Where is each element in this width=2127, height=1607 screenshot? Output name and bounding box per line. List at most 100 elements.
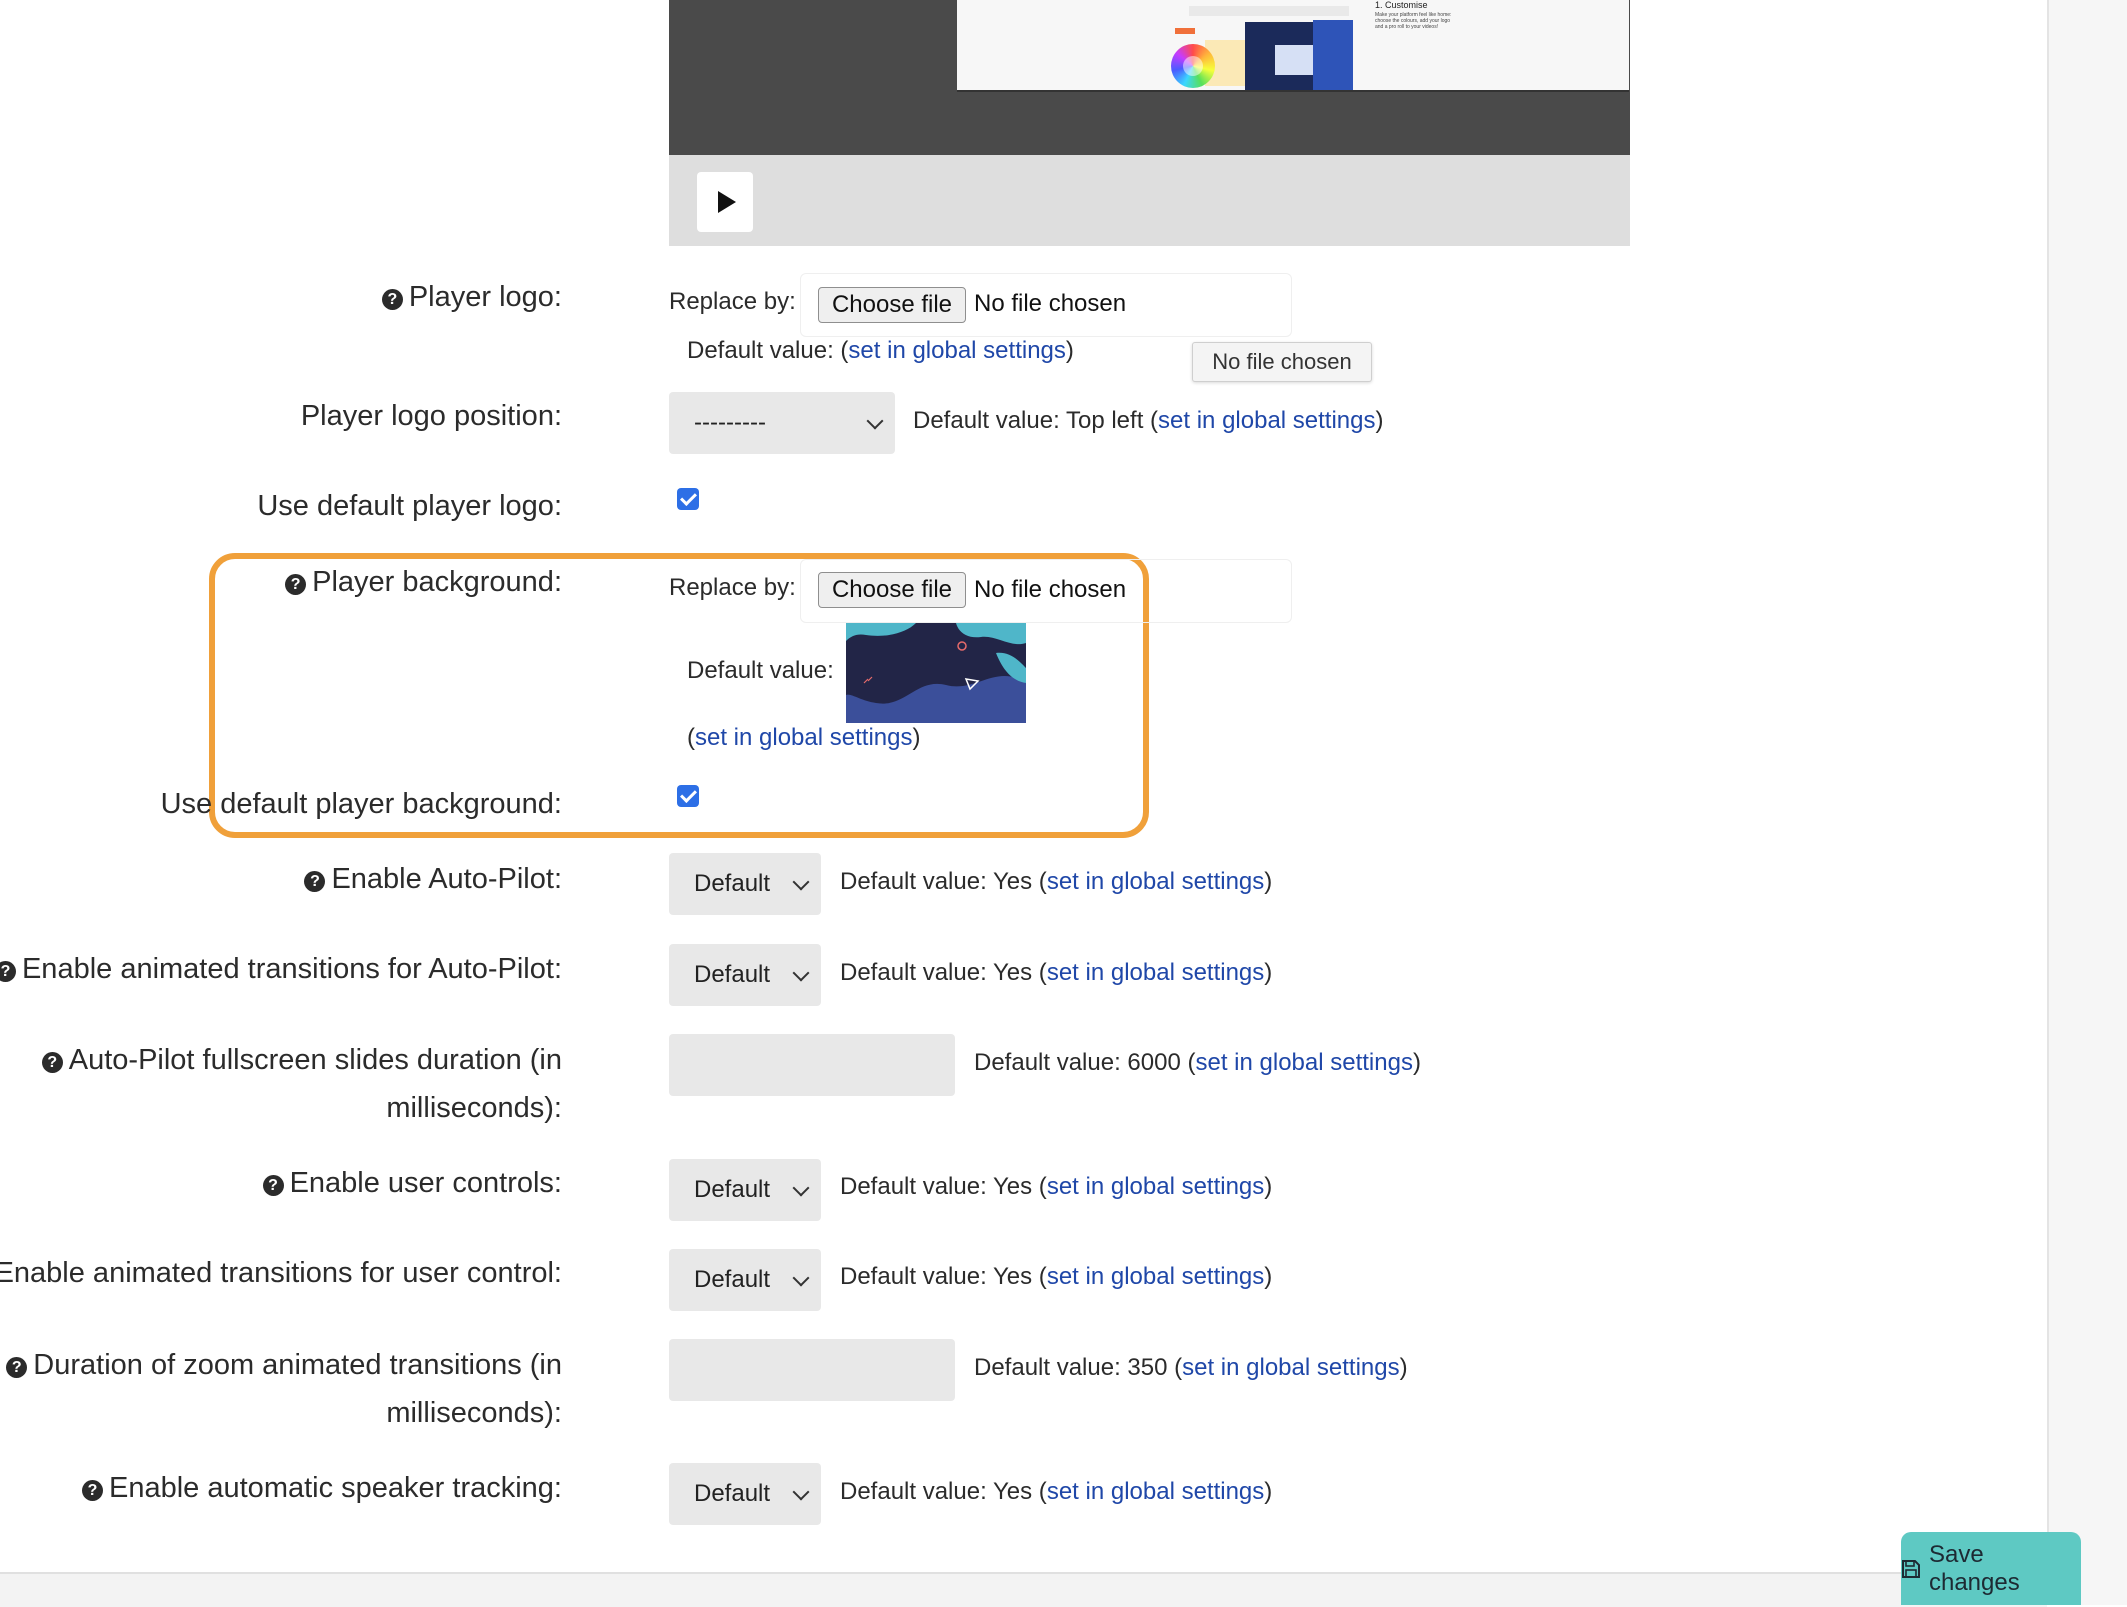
settings-page: 1. Customise Make your platform feel lik… [0,0,2047,1572]
default-suffix: ) [1375,407,1384,434]
use-default-logo-checkbox[interactable] [677,488,699,510]
player-background-choose-file-button[interactable]: Choose file [818,572,966,608]
slides-duration-input[interactable] [669,1034,955,1096]
save-changes-button[interactable]: Save changes [1901,1532,2081,1605]
auto-pilot-transitions-label: ? Enable animated transitions for Auto-Pi… [0,945,562,993]
default-suffix: ) [1264,1263,1273,1290]
user-control-transitions-label: ?Enable animated transitions for user co… [0,1249,562,1297]
user-control-transitions-default: Default value: Yes (set in global settin… [840,1262,1272,1292]
mini-toolbar [1189,6,1349,16]
global-settings-link[interactable]: set in global settings [1047,1263,1264,1290]
play-icon [718,191,736,213]
chevron-down-icon [792,1269,810,1287]
player-logo-replace-label: Replace by: [669,288,796,315]
speaker-tracking-default: Default value: Yes (set in global settin… [840,1477,1272,1507]
chevron-down-icon [792,1483,810,1501]
global-settings-link[interactable]: set in global settings [1047,868,1264,895]
user-control-transitions-value: Default [694,1266,771,1293]
help-icon[interactable]: ? [6,1357,28,1378]
mini-card-blue [1313,20,1353,90]
help-icon[interactable]: ? [381,289,403,310]
help-icon[interactable]: ? [0,961,16,982]
use-default-background-checkbox[interactable] [677,785,699,807]
default-prefix: Default value: Yes ( [840,959,1047,986]
player-background-label: ? Player background: [285,558,562,606]
video-frame: 1. Customise Make your platform feel lik… [957,0,1629,92]
default-suffix: ) [1264,959,1273,986]
speaker-tracking-value: Default [694,1480,771,1507]
global-settings-link[interactable]: set in global settings [1182,1354,1399,1381]
auto-pilot-transitions-label-text: Enable animated transitions for Auto-Pil… [21,953,562,985]
user-control-transitions-select[interactable]: Default [669,1249,821,1311]
global-settings-link[interactable]: set in global settings [1047,1173,1264,1200]
save-changes-label: Save changes [1928,1540,2020,1596]
auto-pilot-transitions-value: Default [694,961,771,988]
bottom-bar [0,1572,2047,1607]
logo-position-select[interactable]: --------- [669,392,895,454]
default-prefix: Default value: Yes ( [840,1263,1047,1290]
speaker-tracking-label-text: Enable automatic speaker tracking: [109,1472,562,1504]
default-prefix: Default value: Yes ( [840,1478,1047,1505]
chevron-down-icon [792,873,810,891]
slides-duration-label-text: Auto-Pilot fullscreen slides duration (i… [68,1044,562,1124]
default-suffix: ) [912,724,921,751]
zoom-duration-default: Default value: 350 (set in global settin… [974,1353,1408,1383]
user-controls-select[interactable]: Default [669,1159,821,1221]
video-preview: 1. Customise Make your platform feel lik… [669,0,1630,246]
player-logo-label: ? Player logo: [381,273,562,321]
player-logo-choose-file-button[interactable]: Choose file [818,287,966,323]
user-controls-label-text: Enable user controls: [289,1167,562,1199]
player-background-label-text: Player background: [312,566,562,598]
user-control-transitions-label-text: Enable animated transitions for user con… [0,1257,562,1289]
frame-text: Make your platform feel like home: choos… [1375,12,1452,30]
logo-position-default: Default value: Top left (set in global s… [913,406,1384,436]
help-icon[interactable]: ? [82,1480,104,1501]
background-thumbnail [846,623,1026,723]
slides-duration-label: ? Auto-Pilot fullscreen slides duration (… [0,1036,562,1132]
logo-position-value: --------- [694,409,766,436]
speaker-tracking-select[interactable]: Default [669,1463,821,1525]
auto-pilot-value: Default [694,870,771,897]
player-background-default-label: Default value: [687,657,834,684]
user-controls-value: Default [694,1176,771,1203]
default-suffix: ) [1264,1478,1273,1505]
default-suffix: ) [1264,868,1273,895]
zoom-duration-label-text: Duration of zoom animated transitions (i… [33,1349,562,1429]
speaker-tracking-label: ? Enable automatic speaker tracking: [82,1464,562,1512]
global-settings-link[interactable]: set in global settings [695,724,912,751]
background-image [846,623,1026,723]
global-settings-link[interactable]: set in global settings [1158,407,1375,434]
help-icon[interactable]: ? [285,574,307,595]
help-icon[interactable]: ? [41,1052,63,1073]
zoom-duration-label: ? Duration of zoom animated transitions (… [0,1341,562,1437]
auto-pilot-transitions-select[interactable]: Default [669,944,821,1006]
global-settings-link[interactable]: set in global settings [848,337,1065,364]
default-suffix: ) [1065,337,1074,364]
user-controls-label: ? Enable user controls: [262,1159,562,1207]
player-logo-default: Default value: (set in global settings) [687,336,1074,366]
default-prefix: Default value: 6000 ( [974,1049,1196,1076]
auto-pilot-label: ? Enable Auto-Pilot: [304,855,562,903]
logo-position-label: Player logo position: [300,400,562,432]
default-prefix: Default value: Yes ( [840,868,1047,895]
chevron-down-icon [792,1179,810,1197]
chevron-down-icon [866,412,884,430]
default-prefix: Default value: Yes ( [840,1173,1047,1200]
user-controls-default: Default value: Yes (set in global settin… [840,1172,1272,1202]
play-button[interactable] [697,172,753,232]
global-settings-link[interactable]: set in global settings [1047,959,1264,986]
player-background-file-status: No file chosen [974,576,1127,603]
default-suffix: ) [1399,1354,1408,1381]
help-icon[interactable]: ? [262,1175,284,1196]
default-prefix: Default value: 350 ( [974,1354,1183,1381]
mini-badge [1175,28,1195,34]
player-background-replace-label: Replace by: [669,574,796,601]
video-controls [669,155,1630,246]
help-icon[interactable]: ? [304,871,326,892]
auto-pilot-default: Default value: Yes (set in global settin… [840,867,1272,897]
global-settings-link[interactable]: set in global settings [1047,1478,1264,1505]
auto-pilot-select[interactable]: Default [669,853,821,915]
global-settings-link[interactable]: set in global settings [1195,1049,1412,1076]
zoom-duration-input[interactable] [669,1339,955,1401]
auto-pilot-transitions-default: Default value: Yes (set in global settin… [840,958,1272,988]
